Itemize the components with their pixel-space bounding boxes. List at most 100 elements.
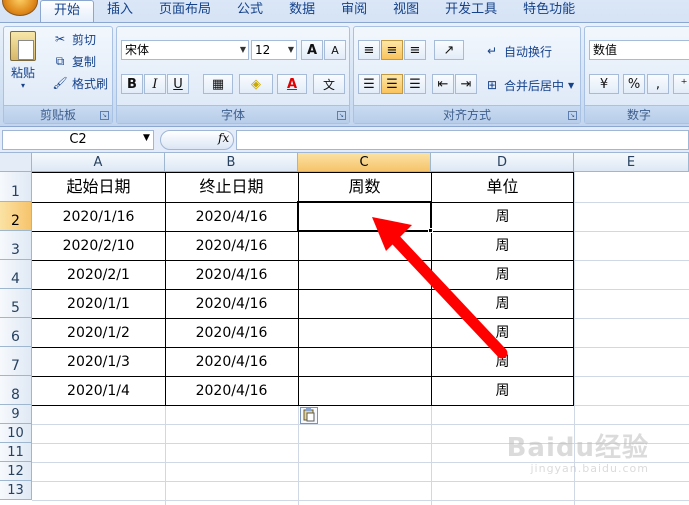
chevron-down-icon[interactable]: ▼ [143,133,150,143]
currency-icon: ¥ [599,77,609,92]
align-top-button[interactable]: ≡ [358,40,380,60]
font-name-select[interactable]: 宋体 ▼ [121,40,249,60]
chevron-down-icon: ▼ [287,45,294,54]
comma-label: , [655,77,661,92]
font-group: 宋体 ▼ 12 ▼ A A B I U ▦ ◈ A 文 字体 ↘ [116,26,350,124]
alignment-group-label: 对齐方式 [354,105,580,123]
chevron-down-icon: ▼ [239,45,246,54]
grow-font-button[interactable]: A [301,40,323,60]
paste-icon [10,31,36,61]
font-color-icon: A [286,77,298,92]
wrap-text-icon: ↵ [486,44,498,58]
office-button[interactable] [2,0,38,16]
tab-review[interactable]: 审阅 [328,0,380,22]
align-middle-icon: ≡ [386,43,398,58]
clipboard-launcher-icon[interactable]: ↘ [100,111,109,120]
format-painter-button[interactable]: 🖌 格式刷 [52,73,108,93]
font-color-button[interactable]: A [277,74,307,94]
ribbon-tabs: 开始 插入 页面布局 公式 数据 审阅 视图 开发工具 特色功能 [40,0,588,22]
decrease-indent-button[interactable]: ⇤ [432,74,454,94]
formula-input[interactable] [236,130,689,150]
tab-insert[interactable]: 插入 [94,0,146,22]
ribbon: 开始 插入 页面布局 公式 数据 审阅 视图 开发工具 特色功能 粘贴 ▾ ✂ … [0,0,689,127]
fill-color-button[interactable]: ◈ [239,74,273,94]
merge-cells-icon: ⊞ [486,78,498,92]
wrap-text-button[interactable]: ↵ 自动换行 [484,41,552,61]
shrink-font-label: A [331,44,339,57]
merge-center-label: 合并后居中 [504,78,565,93]
comma-button[interactable]: , [647,74,669,94]
cut-label: 剪切 [72,32,97,47]
number-group: 数值 ¥ % , ⁺ 数字 [584,26,689,124]
tab-special[interactable]: 特色功能 [510,0,588,22]
indent-icon: ⇥ [460,77,472,92]
watermark-brand: Baidu经验 [506,433,649,463]
align-top-icon: ≡ [363,43,375,58]
paste-label: 粘贴 [10,66,35,80]
tab-data[interactable]: 数据 [276,0,328,22]
font-size-select[interactable]: 12 ▼ [251,40,297,60]
italic-label: I [152,77,158,92]
align-center-icon: ☰ [386,77,398,92]
percent-button[interactable]: % [623,74,645,94]
outdent-icon: ⇤ [437,77,449,92]
brush-icon: 🖌 [52,76,68,90]
align-bottom-icon: ≡ [409,43,421,58]
copy-button[interactable]: ⧉ 复制 [52,51,96,71]
align-right-icon: ☰ [409,77,421,92]
ribbon-body: 粘贴 ▾ ✂ 剪切 ⧉ 复制 🖌 格式刷 剪贴板 ↘ 宋体 ▼ 12 ▼ A A… [0,22,689,126]
align-left-icon: ☰ [363,77,375,92]
scissors-icon: ✂ [54,32,66,46]
borders-button[interactable]: ▦ [203,74,233,94]
percent-label: % [627,77,641,92]
increase-indent-button[interactable]: ⇥ [455,74,477,94]
cut-button[interactable]: ✂ 剪切 [52,29,96,49]
tab-home[interactable]: 开始 [40,0,95,22]
paint-bucket-icon: ◈ [251,77,261,92]
format-painter-label: 格式刷 [72,76,109,91]
tab-view[interactable]: 视图 [380,0,432,22]
underline-button[interactable]: U [167,74,189,94]
insert-function-icon[interactable]: fx [218,131,229,145]
font-group-label: 字体 [117,105,349,123]
align-middle-button[interactable]: ≡ [381,40,403,60]
number-group-label: 数字 [585,105,689,123]
number-format-select[interactable]: 数值 [589,40,689,60]
increase-decimal-button[interactable]: ⁺ [673,74,689,94]
merge-center-button[interactable]: ⊞ 合并后居中 ▼ [484,75,574,95]
orientation-button[interactable]: ↗ [434,40,464,60]
formula-bar: C2 ▼ fx [0,127,689,153]
orientation-icon: ↗ [443,43,455,58]
alignment-group: ≡ ≡ ≡ ↗ ↵ 自动换行 ☰ ☰ ☰ ⇤ ⇥ ⊞ 合并后居中 ▼ 对齐方式 … [353,26,581,124]
phonetic-label: 文 [322,78,335,92]
align-right-button[interactable]: ☰ [404,74,426,94]
align-center-button[interactable]: ☰ [381,74,403,94]
shrink-font-button[interactable]: A [324,40,346,60]
paste-button[interactable]: 粘贴 ▾ [10,31,36,90]
alignment-launcher-icon[interactable]: ↘ [568,111,577,120]
watermark-url: jingyan.baidu.com [530,462,649,475]
phonetic-button[interactable]: 文 [313,74,345,94]
name-box[interactable]: C2 [2,130,154,150]
paste-dropdown-icon: ▾ [20,81,25,90]
grow-font-label: A [306,43,318,58]
align-bottom-button[interactable]: ≡ [404,40,426,60]
number-format-value: 数值 [593,43,618,57]
underline-label: U [173,77,183,92]
font-size-value: 12 [255,43,271,57]
font-name-value: 宋体 [125,43,150,57]
border-icon: ▦ [211,77,225,92]
tab-formulas[interactable]: 公式 [224,0,276,22]
tab-developer[interactable]: 开发工具 [432,0,510,22]
font-launcher-icon[interactable]: ↘ [337,111,346,120]
accounting-format-button[interactable]: ¥ [589,74,619,94]
chevron-down-icon: ▼ [568,80,575,90]
tab-page-layout[interactable]: 页面布局 [146,0,224,22]
name-box-value: C2 [69,132,87,147]
bold-button[interactable]: B [121,74,143,94]
clipboard-group: 粘贴 ▾ ✂ 剪切 ⧉ 复制 🖌 格式刷 剪贴板 ↘ [3,26,113,124]
align-left-button[interactable]: ☰ [358,74,380,94]
copy-icon: ⧉ [55,54,65,68]
italic-button[interactable]: I [144,74,166,94]
wrap-text-label: 自动换行 [504,44,553,59]
